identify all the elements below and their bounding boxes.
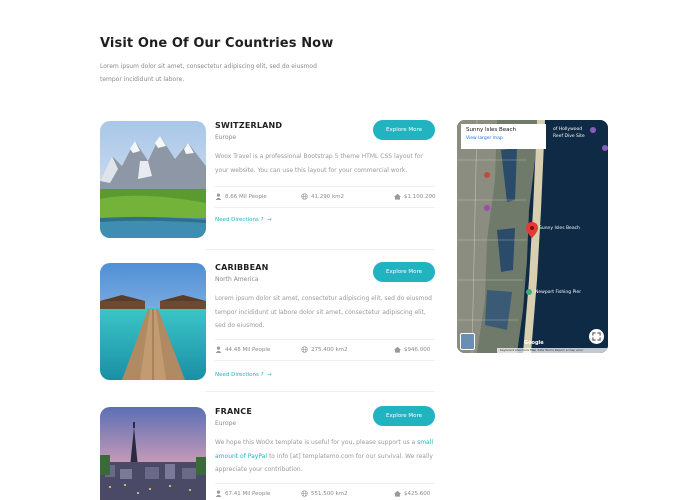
description-text: We hope this WoOx template is useful for…: [215, 439, 418, 446]
stat-price: $1.100.200: [394, 193, 436, 200]
country-card-switzerland: SWITZERLAND Europe Explore More Woox Tra…: [100, 120, 436, 239]
country-stats: 44.48 Mil People 275.400 km2 $946.000: [215, 339, 435, 361]
people-value: 44.48 Mil People: [225, 346, 271, 353]
france-image: [100, 407, 206, 500]
country-region: North America: [215, 276, 259, 283]
directions-label: Need Directions ?: [215, 217, 264, 223]
area-value: 275.400 km2: [311, 346, 348, 353]
map-attribution: Keyboard shortcuts Map data Terms Report…: [497, 348, 608, 353]
price-value: $946.000: [404, 346, 431, 353]
arrow-right-icon: →: [265, 217, 272, 223]
country-card-france: FRANCE Europe Explore More We hope this …: [100, 406, 435, 500]
country-stats: 8.66 Mil People 41.290 km2 $1.100.200: [215, 186, 436, 208]
embedded-map[interactable]: Sunny Isles Beach View larger map Sunny …: [457, 120, 608, 353]
home-icon: [394, 490, 401, 497]
home-icon: [394, 346, 401, 353]
people-value: 8.66 Mil People: [225, 193, 267, 200]
directions-label: Need Directions ?: [215, 372, 264, 378]
section-title: Visit One Of Our Countries Now: [100, 36, 334, 51]
map-info-window: Sunny Isles Beach View larger map: [461, 124, 546, 149]
country-description: Woox Travel is a professional Bootstrap …: [215, 153, 423, 174]
globe-icon: [301, 346, 308, 353]
google-logo: Google: [524, 340, 544, 346]
explore-more-button[interactable]: Explore More: [373, 262, 435, 282]
country-name: CARIBBEAN: [215, 263, 269, 272]
stat-area: 41.290 km2: [301, 193, 344, 200]
map-label-sunny-isles: Sunny Isles Beach: [539, 226, 580, 231]
user-icon: [215, 346, 222, 353]
stat-people: 8.66 Mil People: [215, 193, 267, 200]
stat-area: 551.500 km2: [301, 490, 348, 497]
country-card-caribbean: CARIBBEAN North America Explore More Lor…: [100, 262, 435, 381]
user-icon: [215, 193, 222, 200]
need-directions-link[interactable]: Need Directions ? →: [215, 217, 272, 223]
fullscreen-button[interactable]: [589, 329, 604, 344]
stat-area: 275.400 km2: [301, 346, 348, 353]
card-divider: [205, 249, 435, 250]
map-label-newport-pier: Newport Fishing Pier: [535, 290, 582, 295]
price-value: $425.600: [404, 490, 431, 497]
country-region: Europe: [215, 420, 237, 427]
stat-price: $946.000: [394, 346, 430, 353]
explore-more-button[interactable]: Explore More: [373, 406, 435, 426]
fullscreen-icon: [592, 332, 601, 341]
stat-people: 67.41 Mil People: [215, 490, 270, 497]
map-label-hollywood: of Hollywood Reef Dive Site: [553, 127, 585, 139]
section-description: Lorem ipsum dolor sit amet, consectetur …: [100, 63, 317, 83]
country-description: We hope this WoOx template is useful for…: [215, 436, 435, 477]
map-layer-thumbnail[interactable]: [460, 333, 475, 350]
people-value: 67.41 Mil People: [225, 490, 271, 497]
country-name: SWITZERLAND: [215, 121, 283, 130]
stat-price: $425.600: [394, 490, 430, 497]
explore-more-button[interactable]: Explore More: [373, 120, 435, 140]
card-divider: [205, 391, 435, 392]
country-stats: 67.41 Mil People 551.500 km2 $425.600: [215, 483, 435, 500]
globe-icon: [301, 490, 308, 497]
map-place-title: Sunny Isles Beach: [466, 127, 517, 133]
country-description: Lorem ipsum dolor sit amet, consectetur …: [215, 295, 432, 329]
need-directions-link[interactable]: Need Directions ? →: [215, 372, 272, 378]
user-icon: [215, 490, 222, 497]
country-region: Europe: [215, 134, 237, 141]
area-value: 41.290 km2: [311, 193, 345, 200]
map-satellite: [457, 120, 608, 353]
stat-people: 44.48 Mil People: [215, 346, 270, 353]
switzerland-image: [100, 121, 206, 238]
price-value: $1.100.200: [404, 193, 436, 200]
arrow-right-icon: →: [265, 372, 272, 378]
globe-icon: [301, 193, 308, 200]
country-name: FRANCE: [215, 407, 253, 416]
area-value: 551.500 km2: [311, 490, 348, 497]
view-larger-map-link[interactable]: View larger map: [466, 136, 541, 141]
home-icon: [394, 193, 401, 200]
caribbean-image: [100, 263, 206, 380]
